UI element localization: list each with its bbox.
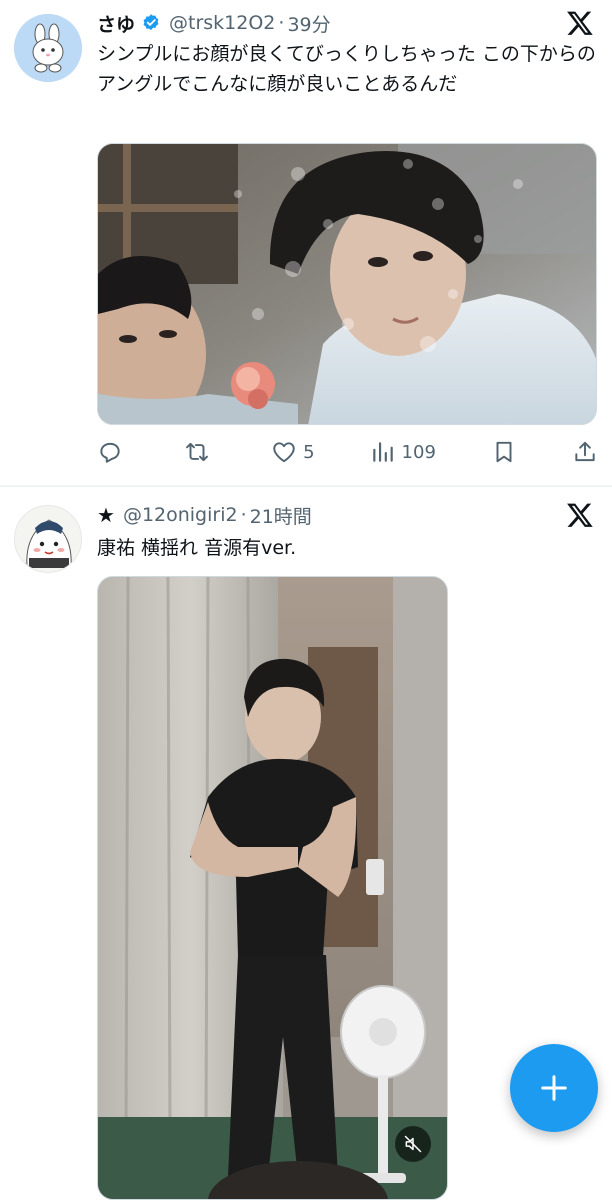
heart-icon	[273, 442, 295, 463]
compose-post-button[interactable]	[510, 1044, 598, 1132]
bookmark-icon	[496, 441, 512, 463]
mute-toggle-button[interactable]	[395, 1126, 431, 1162]
tweet-header: ★ @12onigiri2 · 21時間	[97, 501, 552, 529]
timestamp[interactable]: 21時間	[250, 502, 312, 529]
user-handle[interactable]: @12onigiri2	[123, 504, 238, 526]
display-name[interactable]: さゆ	[97, 10, 135, 37]
avatar[interactable]	[14, 14, 82, 82]
onigiri-character-avatar-icon	[15, 506, 81, 572]
white-rabbit-avatar-icon	[14, 14, 82, 82]
video-person-dancing	[98, 577, 447, 1199]
tweet-text: シンプルにお顔が良くてびっくりしちゃった この下からのアングルでこんなに顔が良い…	[97, 43, 596, 95]
x-logo-icon[interactable]	[566, 9, 594, 37]
bookmark-button[interactable]	[491, 439, 517, 465]
like-button[interactable]: 5	[271, 439, 315, 465]
avatar[interactable]	[14, 505, 82, 573]
tweet-header: さゆ @trsk12O2 · 39分	[97, 9, 552, 37]
reply-button[interactable]	[97, 439, 129, 465]
timestamp[interactable]: 39分	[287, 10, 330, 37]
views-count: 109	[401, 441, 436, 463]
plus-icon	[541, 1075, 567, 1101]
user-handle[interactable]: @trsk12O2	[169, 12, 275, 34]
reply-icon	[100, 442, 120, 463]
views-button[interactable]: 109	[370, 439, 436, 465]
tweet-video[interactable]	[97, 576, 448, 1200]
retweet-icon	[186, 442, 208, 462]
like-count: 5	[303, 441, 315, 463]
retweet-button[interactable]	[184, 439, 216, 465]
muted-speaker-icon	[404, 1135, 422, 1153]
verified-badge-icon	[143, 14, 159, 31]
tweet-text: 康祐 横揺れ 音源有ver.	[97, 537, 297, 559]
action-bar: 5 109	[97, 434, 598, 470]
x-logo-icon[interactable]	[566, 501, 594, 529]
display-name[interactable]: ★	[97, 503, 115, 527]
tweet-image[interactable]	[97, 143, 597, 425]
views-bar-chart-icon	[372, 442, 393, 462]
share-button[interactable]	[572, 439, 598, 465]
share-icon	[575, 441, 595, 462]
photo-two-people-looking-up	[98, 144, 596, 424]
separator-dot: ·	[278, 12, 285, 34]
separator-dot: ·	[240, 504, 247, 526]
tweet-post[interactable]: さゆ @trsk12O2 · 39分 シンプルにお顔が良くてびっくりしちゃった …	[0, 0, 612, 485]
